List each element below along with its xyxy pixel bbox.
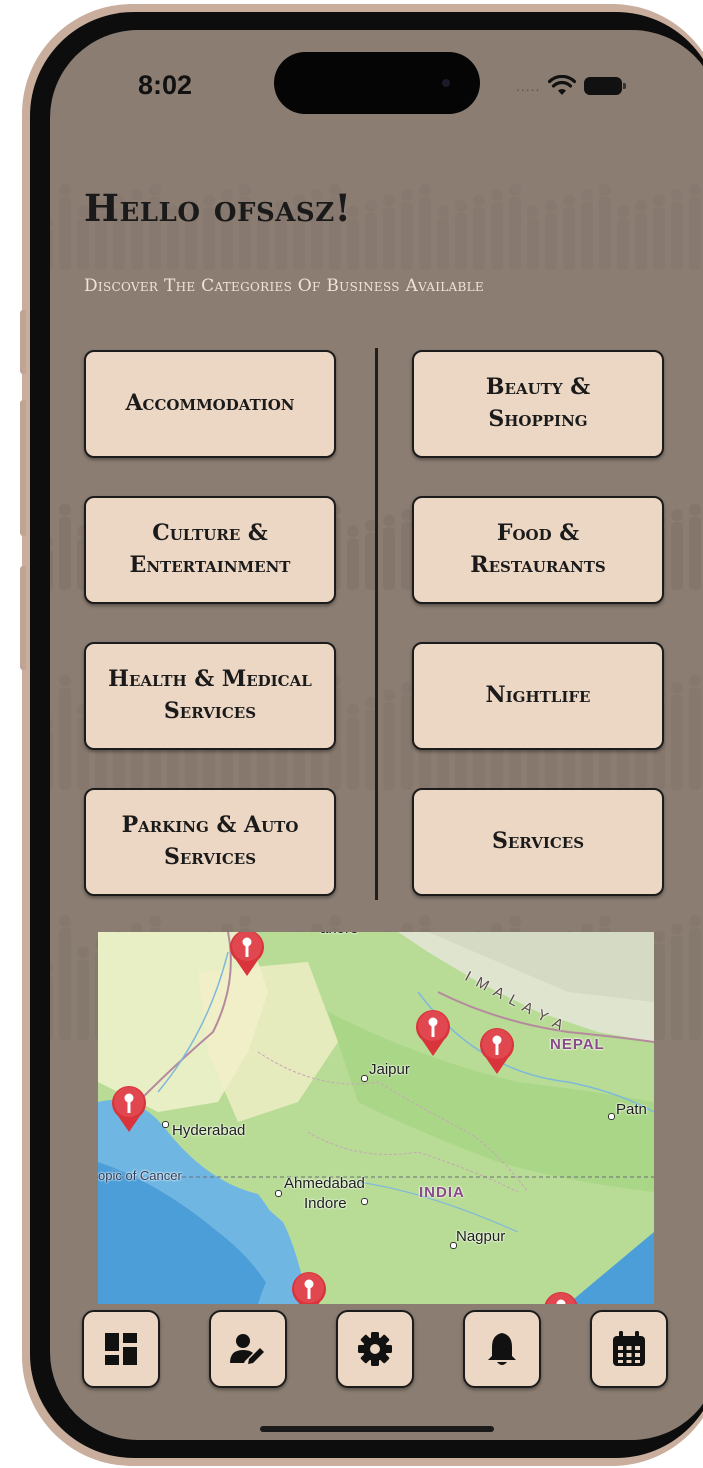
- category-nightlife-button[interactable]: Nightlife: [412, 642, 664, 750]
- map-pin-icon[interactable]: [286, 1268, 332, 1304]
- dashboard-icon: [105, 1333, 137, 1365]
- map-label-jaipur: Jaipur: [369, 1061, 410, 1078]
- map-pin-icon[interactable]: [106, 1082, 152, 1134]
- city-dot-hyderabad: [162, 1121, 169, 1128]
- dynamic-island: [274, 52, 480, 114]
- category-label: Services: [491, 828, 585, 855]
- cellular-signal-icon: .....: [516, 78, 541, 94]
- category-label: Health & Medical: [108, 666, 312, 693]
- tab-notifications[interactable]: [463, 1310, 541, 1388]
- calendar-icon: [613, 1331, 645, 1366]
- business-map[interactable]: ahore I M A L A Y A Jaipur NEPAL Patn Hy…: [98, 932, 654, 1304]
- tab-calendar[interactable]: [590, 1310, 668, 1388]
- category-beauty-shopping-button[interactable]: Beauty & Shopping: [412, 350, 664, 458]
- map-label-indore: Indore: [304, 1195, 347, 1212]
- status-time: 8:02: [138, 70, 193, 100]
- bell-icon: [488, 1333, 516, 1365]
- category-label: Entertainment: [129, 552, 291, 578]
- category-label: Parking & Auto: [121, 812, 299, 839]
- category-health-medical-button[interactable]: Health & Medical Services: [84, 642, 336, 750]
- category-accommodation-button[interactable]: Accommodation: [84, 350, 336, 458]
- category-label: Services: [163, 844, 257, 870]
- status-indicators: .....: [516, 72, 627, 100]
- city-dot-jaipur: [361, 1075, 368, 1082]
- category-culture-entertainment-button[interactable]: Culture & Entertainment: [84, 496, 336, 604]
- category-label: Culture &: [152, 520, 268, 547]
- map-label-nagpur: Nagpur: [456, 1228, 506, 1245]
- home-indicator: [260, 1426, 494, 1432]
- gear-icon: [358, 1332, 392, 1366]
- tab-settings[interactable]: [336, 1310, 414, 1388]
- battery-icon: [584, 77, 627, 95]
- category-label: Food &: [496, 520, 580, 547]
- edit-user-icon: [230, 1334, 264, 1364]
- camera-dot: [442, 79, 450, 87]
- map-terrain: [98, 932, 654, 1304]
- category-food-restaurants-button[interactable]: Food & Restaurants: [412, 496, 664, 604]
- categories-subtitle: Discover The Categories Of Business Avai…: [84, 276, 484, 296]
- volume-up-button: [20, 400, 26, 536]
- volume-down-button: [20, 566, 26, 670]
- map-pin-icon[interactable]: [224, 932, 270, 978]
- city-dot-indore: [361, 1198, 368, 1205]
- map-pin-icon[interactable]: [474, 1024, 520, 1076]
- column-divider: [375, 348, 378, 900]
- tab-edit-profile[interactable]: [209, 1310, 287, 1388]
- wifi-icon: [548, 75, 577, 95]
- city-dot-ahmedabad: [275, 1190, 282, 1197]
- category-label: Restaurants: [470, 552, 606, 578]
- category-label: Shopping: [488, 406, 588, 432]
- map-label-hyderabad: Hyderabad: [172, 1122, 246, 1139]
- city-dot-patna: [608, 1113, 615, 1120]
- action-button: [20, 310, 26, 374]
- greeting-title: Hello ofsasz!: [84, 186, 352, 230]
- category-label: Services: [163, 698, 257, 724]
- map-label-ahmedabad: Ahmedabad: [284, 1175, 365, 1192]
- map-label-india: INDIA: [419, 1184, 465, 1201]
- map-label-tropic-of-cancer: opic of Cancer: [98, 1168, 182, 1183]
- category-parking-auto-button[interactable]: Parking & Auto Services: [84, 788, 336, 896]
- map-label-patna: Patn: [616, 1101, 647, 1118]
- app-screen: 8:02 ..... Hello ofsasz! Discover The Ca…: [50, 30, 703, 1440]
- map-label-nepal: NEPAL: [550, 1036, 605, 1053]
- map-pin-icon[interactable]: [538, 1288, 584, 1304]
- category-label: Beauty &: [485, 374, 591, 401]
- category-label: Accommodation: [125, 390, 295, 417]
- tab-dashboard[interactable]: [82, 1310, 160, 1388]
- category-label: Nightlife: [485, 682, 591, 709]
- map-pin-icon[interactable]: [410, 1006, 456, 1058]
- category-services-button[interactable]: Services: [412, 788, 664, 896]
- map-label-lahore: ahore: [320, 932, 358, 937]
